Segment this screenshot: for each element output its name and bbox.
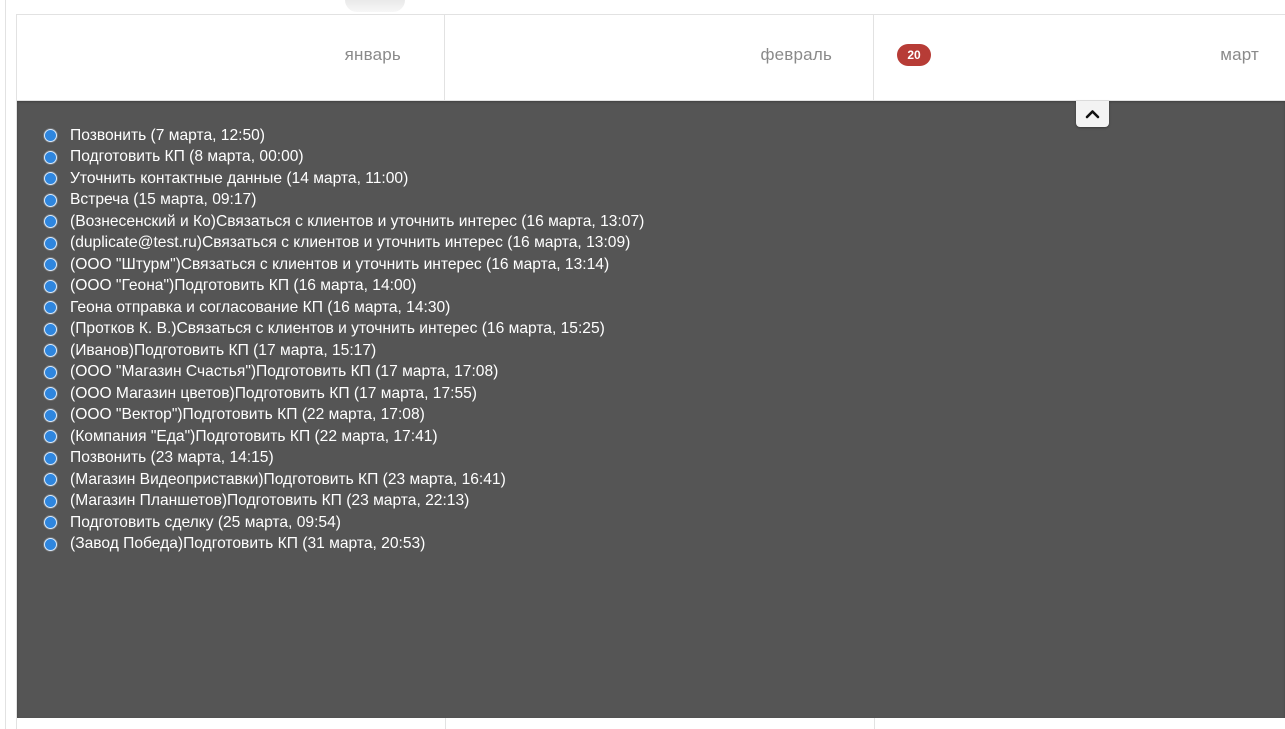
event-label: (ООО "Геона")Подготовить КП (16 марта, 1… — [70, 277, 417, 295]
event-dot-icon — [44, 494, 57, 508]
list-item[interactable]: (ООО "Штурм")Связаться с клиентов и уточ… — [44, 254, 644, 276]
list-item[interactable]: Встреча (15 марта, 09:17) — [44, 190, 644, 212]
event-list: Позвонить (7 марта, 12:50) Подготовить К… — [44, 125, 644, 555]
event-dot-icon — [44, 279, 57, 293]
calendar-page: январь февраль 20 март Позвонить (7 март… — [0, 0, 1285, 729]
list-item[interactable]: (Магазин Планшетов)Подготовить КП (23 ма… — [44, 491, 644, 513]
event-label: (ООО "Магазин Счастья")Подготовить КП (1… — [70, 363, 499, 381]
event-dot-icon — [44, 258, 57, 272]
event-dot-icon — [44, 430, 57, 444]
event-label: (Завод Победа)Подготовить КП (31 марта, … — [70, 535, 426, 553]
event-label: (duplicate@test.ru)Связаться с клиентов … — [70, 234, 631, 252]
event-dot-icon — [44, 301, 57, 315]
event-dot-icon — [44, 344, 57, 358]
event-dot-icon — [44, 150, 57, 164]
event-dot-icon — [44, 236, 57, 250]
event-label: (Магазин Видеоприставки)Подготовить КП (… — [70, 470, 506, 488]
month-name-march: март — [1220, 45, 1259, 64]
month-name-january: январь — [344, 45, 401, 64]
event-label: Геона отправка и согласование КП (16 мар… — [70, 298, 451, 316]
event-dot-icon — [44, 451, 57, 465]
list-item[interactable]: Уточнить контактные данные (14 марта, 11… — [44, 168, 644, 190]
event-dot-icon — [44, 408, 57, 422]
event-label: Позвонить (7 марта, 12:50) — [70, 126, 265, 144]
list-item[interactable]: (Компания "Еда")Подготовить КП (22 марта… — [44, 426, 644, 448]
march-events-panel: Позвонить (7 марта, 12:50) Подготовить К… — [17, 101, 1285, 718]
event-label: (Компания "Еда")Подготовить КП (22 марта… — [70, 427, 438, 445]
collapse-events-button[interactable] — [1076, 101, 1109, 127]
list-item[interactable]: (Вознесенский и Ко)Связаться с клиентов … — [44, 211, 644, 233]
event-dot-icon — [44, 215, 57, 229]
list-item[interactable]: (Магазин Видеоприставки)Подготовить КП (… — [44, 469, 644, 491]
list-item[interactable]: (ООО "Геона")Подготовить КП (16 марта, 1… — [44, 276, 644, 298]
event-label: Позвонить (23 марта, 14:15) — [70, 449, 274, 467]
list-item[interactable]: Геона отправка и согласование КП (16 мар… — [44, 297, 644, 319]
month-cell-january[interactable]: январь — [17, 15, 445, 101]
list-item[interactable]: Подготовить КП (8 марта, 00:00) — [44, 147, 644, 169]
event-dot-icon — [44, 365, 57, 379]
chevron-up-icon — [1085, 110, 1100, 119]
list-item[interactable]: (Иванов)Подготовить КП (17 марта, 15:17) — [44, 340, 644, 362]
top-tab-edge — [345, 0, 405, 12]
event-dot-icon — [44, 537, 57, 551]
event-dot-icon — [44, 172, 57, 186]
event-dot-icon — [44, 322, 57, 336]
event-dot-icon — [44, 193, 57, 207]
event-label: (ООО Магазин цветов)Подготовить КП (17 м… — [70, 384, 477, 402]
list-item[interactable]: (duplicate@test.ru)Связаться с клиентов … — [44, 233, 644, 255]
event-label: (Вознесенский и Ко)Связаться с клиентов … — [70, 212, 645, 230]
month-name-february: февраль — [760, 45, 832, 64]
event-dot-icon — [44, 473, 57, 487]
event-label: (Протков К. В.)Связаться с клиентов и ут… — [70, 320, 605, 338]
event-dot-icon — [44, 387, 57, 401]
event-label: Уточнить контактные данные (14 марта, 11… — [70, 169, 409, 187]
list-item[interactable]: (ООО Магазин цветов)Подготовить КП (17 м… — [44, 383, 644, 405]
left-border-line — [5, 0, 6, 729]
list-item[interactable]: (Протков К. В.)Связаться с клиентов и ут… — [44, 319, 644, 341]
list-item[interactable]: (ООО "Вектор")Подготовить КП (22 марта, … — [44, 405, 644, 427]
month-cell-march[interactable]: 20 март — [874, 15, 1285, 101]
event-label: Встреча (15 марта, 09:17) — [70, 191, 257, 209]
list-item[interactable]: Позвонить (23 марта, 14:15) — [44, 448, 644, 470]
event-count-badge: 20 — [897, 44, 931, 66]
month-cell-february[interactable]: февраль — [445, 15, 874, 101]
event-label: (ООО "Вектор")Подготовить КП (22 марта, … — [70, 406, 425, 424]
list-item[interactable]: Позвонить (7 марта, 12:50) — [44, 125, 644, 147]
event-label: Подготовить КП (8 марта, 00:00) — [70, 148, 304, 166]
list-item[interactable]: (ООО "Магазин Счастья")Подготовить КП (1… — [44, 362, 644, 384]
event-label: Подготовить сделку (25 марта, 09:54) — [70, 513, 341, 531]
event-label: (ООО "Штурм")Связаться с клиентов и уточ… — [70, 255, 610, 273]
event-dot-icon — [44, 129, 57, 143]
list-item[interactable]: Подготовить сделку (25 марта, 09:54) — [44, 512, 644, 534]
list-item[interactable]: (Завод Победа)Подготовить КП (31 марта, … — [44, 534, 644, 556]
event-label: (Магазин Планшетов)Подготовить КП (23 ма… — [70, 492, 470, 510]
event-label: (Иванов)Подготовить КП (17 марта, 15:17) — [70, 341, 377, 359]
event-dot-icon — [44, 516, 57, 530]
